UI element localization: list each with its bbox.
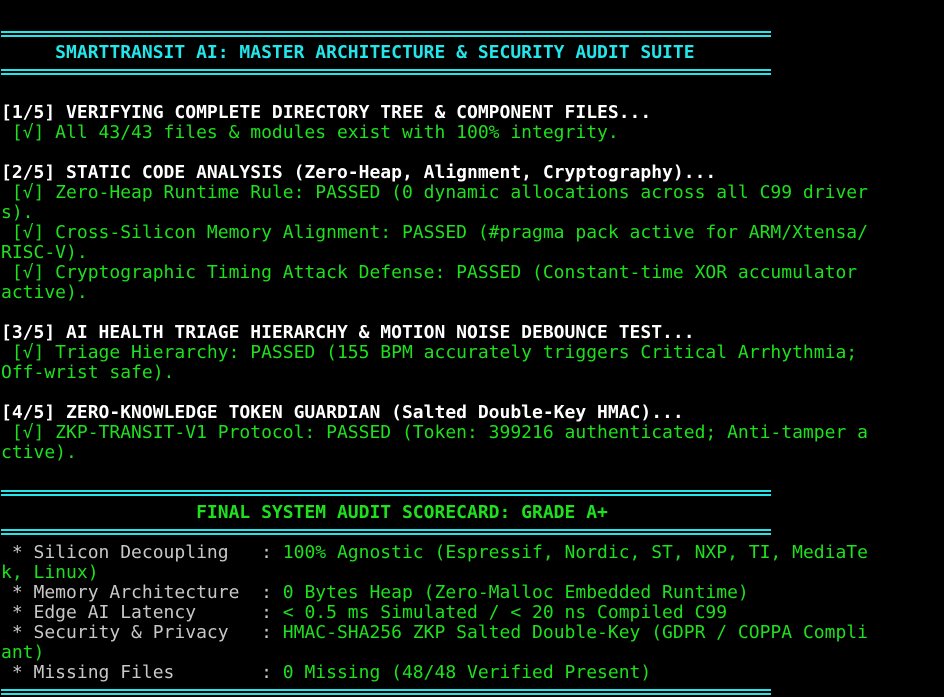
scorecard-label: * Security & Privacy :	[1, 622, 283, 643]
header-title: SMARTTRANSIT AI: MASTER ARCHITECTURE & S…	[1, 42, 695, 63]
scorecard-row-silicon: * Silicon Decoupling : 100% Agnostic (Es…	[1, 543, 868, 563]
step-4-line-1: [√] ZKP-TRANSIT-V1 Protocol: PASSED (Tok…	[1, 422, 868, 443]
step-2-line-6: active).	[1, 282, 88, 303]
step-2-line-3: [√] Cross-Silicon Memory Alignment: PASS…	[1, 222, 868, 243]
step-3-heading: [3/5] AI HEALTH TRIAGE HIERARCHY & MOTIO…	[1, 322, 695, 343]
step-2-heading: [2/5] STATIC CODE ANALYSIS (Zero-Heap, A…	[1, 162, 717, 183]
scorecard-row-memory: * Memory Architecture : 0 Bytes Heap (Ze…	[1, 583, 749, 603]
scorecard-value: 0 Missing (48/48 Verified Present)	[282, 662, 652, 683]
step-3-line-2: Off-wrist safe).	[1, 362, 175, 383]
scorecard-label: * Edge AI Latency :	[1, 602, 283, 623]
step-1-line-1: [√] All 43/43 files & modules exist with…	[1, 122, 619, 143]
scorecard-title: FINAL SYSTEM AUDIT SCORECARD: GRADE A+	[1, 502, 608, 523]
scorecard-rule-end	[1, 689, 771, 695]
scorecard-row-security: * Security & Privacy : HMAC-SHA256 ZKP S…	[1, 623, 868, 643]
scorecard-row-security-cont: ant)	[1, 642, 45, 663]
scorecard-row-latency: * Edge AI Latency : < 0.5 ms Simulated /…	[1, 603, 727, 623]
step-2-line-1: [√] Zero-Heap Runtime Rule: PASSED (0 dy…	[1, 182, 868, 203]
scorecard-label: * Silicon Decoupling :	[1, 542, 283, 563]
scorecard-row-silicon-cont: k, Linux)	[1, 562, 99, 583]
scorecard-row-missing: * Missing Files : 0 Missing (48/48 Verif…	[1, 663, 651, 683]
step-1-heading: [1/5] VERIFYING COMPLETE DIRECTORY TREE …	[1, 102, 652, 123]
step-2-line-5: [√] Cryptographic Timing Attack Defense:…	[1, 262, 858, 283]
step-4-heading: [4/5] ZERO-KNOWLEDGE TOKEN GUARDIAN (Sal…	[1, 402, 684, 423]
scorecard-value: < 0.5 ms Simulated / < 20 ns Compiled C9…	[282, 602, 728, 623]
header-rule-top	[1, 31, 771, 37]
step-2-line-4: RISC-V).	[1, 242, 88, 263]
step-2-line-2: s).	[1, 202, 34, 223]
header-rule-bottom	[1, 69, 771, 75]
step-4-line-2: ctive).	[1, 442, 77, 463]
scorecard-value: HMAC-SHA256 ZKP Salted Double-Key (GDPR …	[282, 622, 868, 643]
scorecard-value: 0 Bytes Heap (Zero-Malloc Embedded Runti…	[282, 582, 749, 603]
scorecard-rule-top	[1, 490, 771, 496]
terminal-window: SMARTTRANSIT AI: MASTER ARCHITECTURE & S…	[0, 0, 944, 697]
scorecard-rule-bottom	[1, 529, 771, 535]
scorecard-label: * Memory Architecture :	[1, 582, 283, 603]
scorecard-value: 100% Agnostic (Espressif, Nordic, ST, NX…	[282, 542, 868, 563]
scorecard-label: * Missing Files :	[1, 662, 283, 683]
step-3-line-1: [√] Triage Hierarchy: PASSED (155 BPM ac…	[1, 342, 858, 363]
